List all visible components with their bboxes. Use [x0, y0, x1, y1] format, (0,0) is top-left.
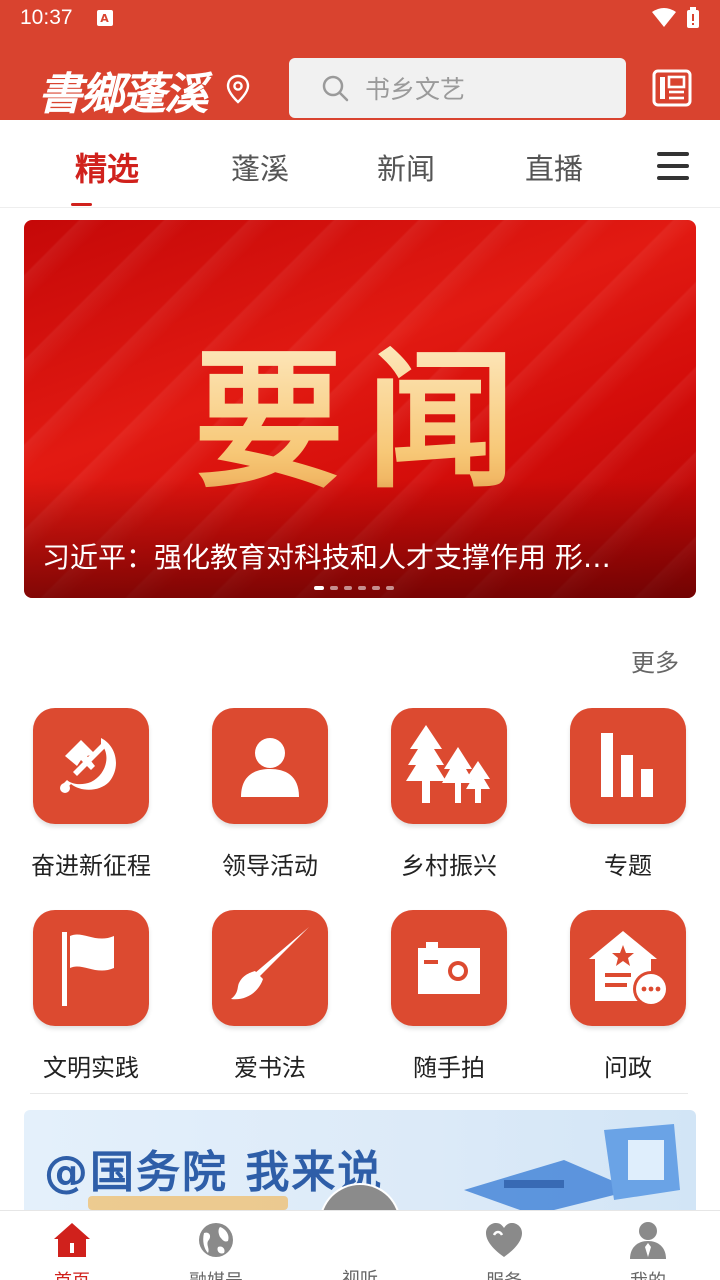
section-divider	[30, 1093, 688, 1094]
nav-wode[interactable]: 我的	[593, 1221, 703, 1280]
grid-label: 乡村振兴	[401, 852, 497, 880]
nav-label: 服务	[449, 1267, 559, 1280]
home-icon	[54, 1223, 90, 1257]
grid-label: 问政	[604, 1054, 652, 1082]
party-emblem-icon	[33, 708, 149, 824]
grid-label: 随手拍	[413, 1054, 485, 1082]
wifi-icon	[652, 8, 676, 27]
nav-label: 我的	[593, 1267, 703, 1280]
news-banner[interactable]: 要闻 习近平：强化教育对科技和人才支撑作用 形…	[24, 220, 696, 598]
laptop-illustration-icon	[464, 1124, 680, 1210]
grid-item-xiangcun[interactable]: 乡村振兴	[364, 708, 534, 881]
carousel-dot	[386, 586, 394, 590]
menu-icon[interactable]	[657, 152, 689, 182]
grid-item-fenjin[interactable]: 奋进新征程	[6, 708, 176, 881]
nav-label: 首页	[17, 1267, 127, 1280]
heart-icon	[486, 1223, 522, 1257]
bar-chart-icon	[570, 708, 686, 824]
grid-label: 领导活动	[222, 852, 318, 880]
nav-rongmeihao[interactable]: 融媒号	[161, 1221, 271, 1280]
person-icon	[212, 708, 328, 824]
brush-icon	[212, 910, 328, 1026]
carousel-dot	[344, 586, 352, 590]
grid-item-shufa[interactable]: 爱书法	[185, 910, 355, 1083]
bottom-navigation: 首页 融媒号 视听 服务 我的	[0, 1210, 720, 1280]
carousel-dot	[358, 586, 366, 590]
globe-icon	[199, 1223, 233, 1257]
status-time: 10:37	[20, 6, 73, 29]
grid-label: 文明实践	[43, 1054, 139, 1082]
location-pin-icon[interactable]	[226, 74, 250, 104]
notification-icon: A	[96, 10, 113, 26]
app-logo[interactable]: 書鄉蓬溪	[38, 58, 208, 122]
app-header: 書鄉蓬溪 书乡文艺	[0, 36, 720, 120]
search-placeholder: 书乡文艺	[365, 75, 466, 104]
trees-icon	[391, 708, 507, 824]
user-icon	[630, 1222, 666, 1259]
grid-item-suishoupai[interactable]: 随手拍	[364, 910, 534, 1083]
search-icon	[322, 75, 349, 102]
newspaper-icon[interactable]	[650, 68, 694, 108]
grid-label: 奋进新征程	[31, 852, 151, 880]
carousel-indicator	[314, 586, 394, 590]
carousel-dot	[330, 586, 338, 590]
tab-xinwen[interactable]: 新闻	[377, 146, 435, 188]
grid-label: 专题	[604, 852, 652, 880]
carousel-dot	[314, 586, 324, 590]
nav-label: 视听	[342, 1269, 378, 1280]
promo-decoration	[88, 1196, 288, 1210]
house-chat-icon	[570, 910, 686, 1026]
more-link[interactable]: 更多	[631, 643, 679, 678]
tab-zhibo[interactable]: 直播	[525, 146, 583, 188]
nav-fuwu[interactable]: 服务	[449, 1221, 559, 1280]
tab-jingxuan[interactable]: 精选	[75, 144, 139, 190]
grid-item-wenming[interactable]: 文明实践	[6, 910, 176, 1083]
nav-home[interactable]: 首页	[17, 1221, 127, 1280]
category-tabs: 精选 蓬溪 新闻 直播	[0, 130, 720, 208]
flag-icon	[33, 910, 149, 1026]
camera-icon	[391, 910, 507, 1026]
tab-pengxi[interactable]: 蓬溪	[231, 146, 289, 188]
search-input[interactable]: 书乡文艺	[289, 58, 626, 118]
grid-label: 爱书法	[234, 1054, 306, 1082]
status-bar: 10:37 A	[0, 0, 720, 36]
carousel-dot	[372, 586, 380, 590]
banner-caption: 习近平：强化教育对科技和人才支撑作用 形…	[42, 541, 611, 574]
nav-label: 融媒号	[161, 1267, 271, 1280]
active-tab-indicator	[71, 203, 92, 206]
promo-text: @国务院 我来说	[44, 1147, 384, 1198]
nav-shiting[interactable]: 视听	[305, 1261, 415, 1280]
grid-item-lingdao[interactable]: 领导活动	[185, 708, 355, 881]
battery-icon	[687, 7, 699, 28]
status-indicators	[652, 7, 700, 29]
grid-item-zhuanti[interactable]: 专题	[543, 708, 713, 881]
grid-item-wenzheng[interactable]: 问政	[543, 910, 713, 1083]
